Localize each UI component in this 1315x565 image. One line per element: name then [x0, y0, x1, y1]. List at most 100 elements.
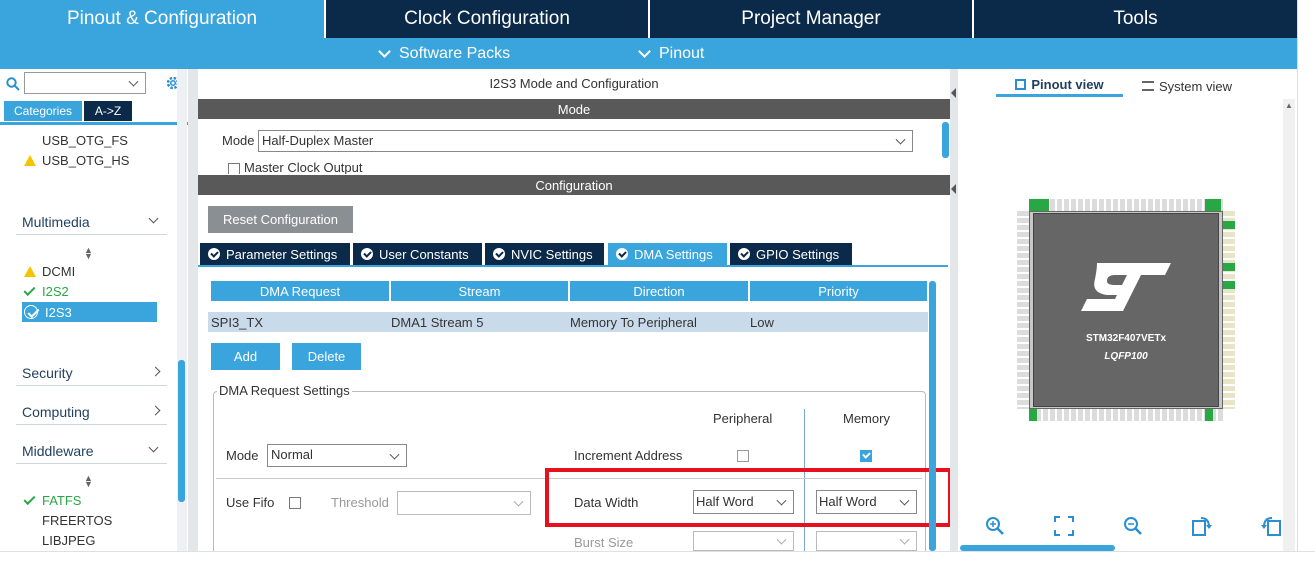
- memory-increment-checkbox[interactable]: [860, 450, 872, 462]
- pin-green: [1205, 409, 1213, 421]
- dma-mode-select[interactable]: Normal: [267, 444, 407, 467]
- tab-az[interactable]: A->Z: [84, 101, 132, 121]
- reset-configuration-button[interactable]: Reset Configuration: [208, 206, 353, 233]
- config-scrollbar[interactable]: [929, 281, 936, 551]
- use-fifo-checkbox[interactable]: [289, 497, 301, 509]
- table-row[interactable]: [208, 312, 928, 332]
- column-dma-request[interactable]: DMA Request: [211, 281, 389, 301]
- list-item-label: FATFS: [42, 493, 82, 508]
- check-circle-icon: [616, 248, 628, 260]
- window-edge: [1297, 0, 1315, 69]
- cell-direction: Memory To Peripheral: [570, 314, 697, 330]
- mode-select[interactable]: Half-Duplex Master: [258, 130, 913, 152]
- mode-label: Mode: [222, 133, 255, 148]
- tab-pinout-configuration[interactable]: Pinout & Configuration: [0, 0, 326, 38]
- mode-scrollbar[interactable]: [942, 122, 949, 158]
- dma-mode-label: Mode: [226, 448, 259, 463]
- peripheral-increment-checkbox[interactable]: [737, 450, 749, 462]
- tab-tools[interactable]: Tools: [974, 0, 1297, 38]
- pin-green: [1223, 281, 1235, 289]
- add-button[interactable]: Add: [211, 343, 280, 370]
- pins-bottom: [1029, 409, 1223, 421]
- pinout-label: Pinout: [659, 44, 705, 62]
- tab-parameter-settings[interactable]: Parameter Settings: [200, 243, 350, 265]
- delete-button[interactable]: Delete: [292, 343, 361, 370]
- category-computing[interactable]: Computing: [16, 399, 167, 425]
- system-view-tab[interactable]: System view: [1142, 75, 1252, 97]
- group-title: DMA Request Settings: [217, 383, 352, 398]
- list-item-libjpeg[interactable]: LIBJPEG: [42, 533, 95, 548]
- chevron-down-icon: [513, 496, 524, 507]
- search-input[interactable]: [24, 72, 146, 94]
- mclk-checkbox[interactable]: [228, 163, 240, 174]
- sort-icon[interactable]: ▲ ▼: [84, 474, 93, 489]
- tabs-underline: [198, 265, 948, 267]
- tab-nvic-settings[interactable]: NVIC Settings: [485, 243, 604, 265]
- chevron-down-icon: [776, 534, 787, 545]
- chevron-down-icon: [389, 449, 400, 460]
- dma-mode-value: Normal: [271, 447, 313, 462]
- list-item-label: I2S2: [42, 284, 69, 299]
- window-edge: [1297, 69, 1315, 551]
- warning-icon: [24, 155, 36, 166]
- category-label: Computing: [22, 403, 90, 420]
- fifo-label: Use Fifo: [226, 495, 275, 510]
- list-icon: [1142, 81, 1154, 91]
- category-label: Multimedia: [22, 213, 90, 230]
- chevron-right-icon: [150, 366, 161, 377]
- tab-label: System view: [1159, 78, 1232, 94]
- pinout-view-tab[interactable]: Pinout view: [996, 75, 1123, 97]
- tab-clock-configuration[interactable]: Clock Configuration: [326, 0, 650, 38]
- software-packs-menu[interactable]: Software Packs: [378, 38, 510, 69]
- rotate-left-icon[interactable]: [1260, 515, 1282, 537]
- tab-dma-settings[interactable]: DMA Settings: [608, 243, 727, 265]
- right-panel: Pinout view System view ▲ STM32F407VETx …: [958, 69, 1297, 551]
- tab-gpio-settings[interactable]: GPIO Settings: [730, 243, 852, 265]
- list-item-freertos[interactable]: FREERTOS: [42, 513, 112, 528]
- column-stream[interactable]: Stream: [391, 281, 568, 301]
- right-splitter[interactable]: [950, 69, 958, 551]
- column-priority[interactable]: Priority: [750, 281, 927, 301]
- zoom-out-icon[interactable]: [1123, 516, 1143, 536]
- chip-package: LQFP100: [1104, 351, 1148, 362]
- scroll-up-icon[interactable]: ▲: [1285, 101, 1293, 110]
- fit-screen-icon[interactable]: [1054, 516, 1074, 536]
- category-multimedia[interactable]: Multimedia: [16, 209, 167, 235]
- tab-label: NVIC Settings: [511, 246, 593, 262]
- list-item-usb-otg-fs[interactable]: USB_OTG_FS: [42, 133, 128, 148]
- collapse-icon[interactable]: [951, 88, 956, 98]
- zoom-in-icon[interactable]: [985, 516, 1005, 536]
- pin-green: [1029, 409, 1037, 421]
- rotate-right-icon[interactable]: [1191, 515, 1213, 537]
- list-item-i2s2[interactable]: I2S2: [23, 283, 69, 299]
- tab-project-manager[interactable]: Project Manager: [650, 0, 974, 38]
- cell-priority: Low: [750, 314, 774, 330]
- search-icon[interactable]: [6, 77, 20, 91]
- check-circle-icon: [361, 248, 373, 260]
- check-icon: [23, 492, 36, 506]
- list-item-usb-otg-hs[interactable]: USB_OTG_HS: [24, 153, 129, 168]
- list-item-fatfs[interactable]: FATFS: [23, 492, 82, 508]
- category-security[interactable]: Security: [16, 360, 167, 386]
- peripheral-burst-select: [693, 531, 794, 551]
- tab-user-constants[interactable]: User Constants: [353, 243, 482, 265]
- list-item-dcmi[interactable]: DCMI: [24, 264, 75, 279]
- collapse-icon[interactable]: [951, 184, 956, 194]
- mcu-chip-diagram[interactable]: STM32F407VETx LQFP100: [1015, 199, 1235, 421]
- column-direction[interactable]: Direction: [570, 281, 748, 301]
- tab-label: Parameter Settings: [226, 246, 338, 262]
- tab-categories[interactable]: Categories: [4, 101, 82, 121]
- list-item-i2s3[interactable]: I2S3: [22, 302, 157, 322]
- mclk-row: Master Clock Output: [198, 156, 938, 174]
- threshold-select: [397, 491, 531, 515]
- category-middleware[interactable]: Middleware: [16, 438, 167, 464]
- sort-icon[interactable]: ▲ ▼: [84, 246, 93, 261]
- memory-label: Memory: [843, 411, 890, 426]
- memory-burst-select: [816, 531, 917, 551]
- pinout-menu[interactable]: Pinout: [638, 38, 705, 69]
- chevron-down-icon: [148, 213, 159, 224]
- left-scrollbar[interactable]: [178, 360, 185, 502]
- left-splitter[interactable]: [188, 69, 198, 551]
- tab-label: Pinout view: [1031, 77, 1104, 92]
- peripheral-label: Peripheral: [713, 411, 773, 426]
